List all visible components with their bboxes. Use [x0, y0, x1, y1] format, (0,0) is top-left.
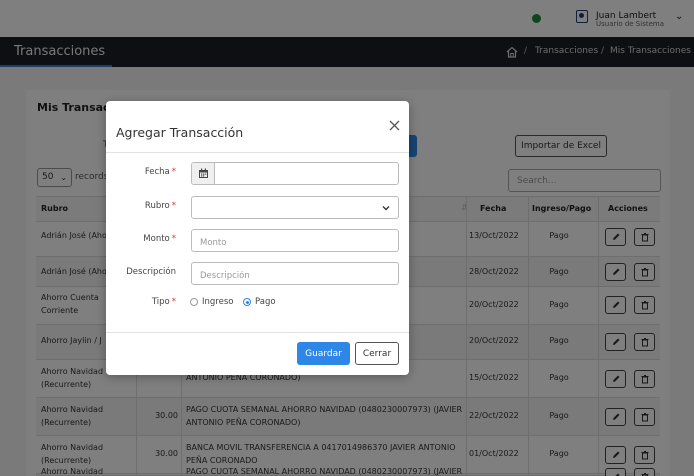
required-mark: * [171, 297, 176, 307]
modal-header-divider [106, 152, 409, 153]
tipo-label: Tipo * [106, 297, 176, 307]
tipo-pago-label[interactable]: Pago [255, 297, 276, 307]
monto-label-text: Monto [143, 234, 170, 244]
modal-title: Agregar Transacción [116, 125, 244, 140]
modal-footer-divider [106, 332, 409, 333]
tipo-label-text: Tipo [151, 297, 170, 307]
chevron-down-icon [382, 206, 390, 211]
descripcion-field[interactable] [191, 262, 399, 287]
calendar-icon [199, 168, 208, 178]
fecha-field[interactable] [191, 162, 399, 187]
close-icon[interactable] [389, 120, 400, 131]
tipo-ingreso-label[interactable]: Ingreso [202, 297, 233, 307]
monto-field[interactable] [191, 229, 399, 254]
tipo-pago-radio[interactable] [243, 298, 251, 306]
rubro-label: Rubro * [106, 201, 176, 211]
rubro-select[interactable] [191, 196, 399, 219]
close-button[interactable]: Cerrar [355, 342, 399, 365]
save-button[interactable]: Guardar [297, 342, 350, 365]
required-mark: * [171, 201, 176, 211]
fecha-input[interactable] [216, 165, 398, 187]
required-mark: * [171, 234, 176, 244]
descripcion-input[interactable] [192, 265, 398, 287]
descripcion-label: Descripción [126, 267, 176, 277]
fecha-label-text: Fecha [144, 167, 170, 177]
add-transaction-modal: Agregar Transacción Fecha * Rubro * Monto * [106, 101, 409, 375]
tipo-ingreso-radio[interactable] [190, 298, 198, 306]
calendar-button[interactable] [192, 163, 215, 184]
monto-label: Monto * [106, 234, 176, 244]
monto-input[interactable] [192, 232, 398, 254]
rubro-label-text: Rubro [144, 201, 170, 211]
required-mark: * [171, 167, 176, 177]
fecha-label: Fecha * [106, 167, 176, 177]
